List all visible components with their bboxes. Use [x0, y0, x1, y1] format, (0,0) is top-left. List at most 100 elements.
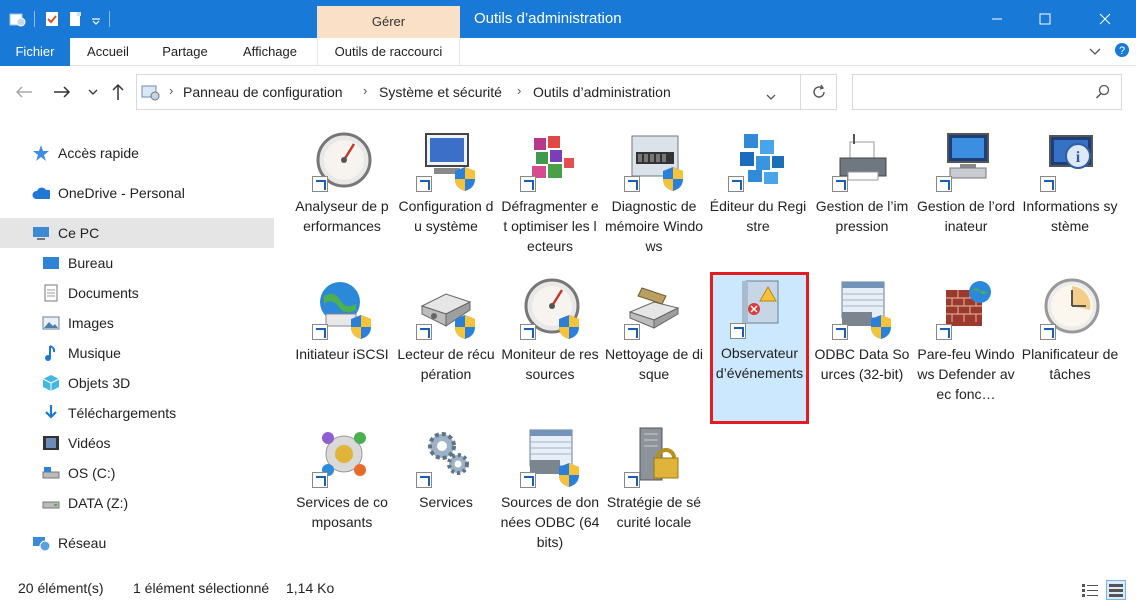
item-system-configuration[interactable]: Configuration du système: [394, 128, 498, 236]
item-memory-diagnostic[interactable]: Diagnostic de mémoire Windows: [602, 128, 706, 256]
sidebar-item-label: Réseau: [58, 535, 107, 551]
item-event-viewer[interactable]: Observateur d’événements: [710, 272, 809, 424]
search-icon[interactable]: [1095, 84, 1111, 103]
address-bar[interactable]: › Panneau de configuration › Système et …: [136, 74, 801, 110]
recent-locations-button[interactable]: [84, 80, 102, 104]
odbc-icon: [830, 276, 894, 340]
minimize-button[interactable]: [974, 0, 1020, 38]
tab-home[interactable]: Accueil: [76, 38, 140, 66]
item-defragment[interactable]: Défragmenter et optimiser les lecteurs: [498, 128, 602, 256]
maximize-button[interactable]: [1022, 0, 1068, 38]
sidebar-item-label: Musique: [68, 345, 121, 361]
sidebar-item-videos[interactable]: Vidéos: [0, 428, 274, 458]
sidebar-item-3d-objects[interactable]: Objets 3D: [0, 368, 274, 398]
checklist-icon[interactable]: [43, 10, 61, 28]
gauge-icon: [310, 128, 374, 192]
item-computer-management[interactable]: Gestion de l’ordinateur: [914, 128, 1018, 236]
properties-icon[interactable]: [8, 10, 26, 28]
recovery-drive-icon: [414, 276, 478, 340]
sidebar-item-label: Accès rapide: [58, 145, 139, 161]
sidebar-item-quick-access[interactable]: Accès rapide: [0, 138, 274, 168]
up-button[interactable]: [106, 80, 130, 104]
gears-icon: [414, 424, 478, 488]
forward-button[interactable]: [50, 80, 74, 104]
breadcrumb-control-panel[interactable]: Panneau de configuration: [183, 84, 343, 100]
item-recovery-drive[interactable]: Lecteur de récupération: [394, 276, 498, 384]
maximize-icon: [1039, 13, 1051, 25]
tab-shortcut-tools[interactable]: Outils de raccourci: [317, 38, 460, 66]
sidebar-item-label: Documents: [68, 285, 139, 301]
sidebar-item-os-drive[interactable]: OS (C:): [0, 458, 274, 488]
sidebar-item-documents[interactable]: Documents: [0, 278, 274, 308]
refresh-button[interactable]: [801, 74, 837, 110]
sidebar-item-data-drive[interactable]: DATA (Z:): [0, 488, 274, 518]
item-registry-editor[interactable]: Éditeur du Registre: [706, 128, 810, 236]
help-icon[interactable]: ?: [1114, 42, 1130, 61]
tab-view[interactable]: Affichage: [232, 38, 308, 66]
item-iscsi-initiator[interactable]: Initiateur iSCSI: [290, 276, 394, 364]
computer-icon: [32, 224, 50, 242]
defrag-icon: [518, 128, 582, 192]
sidebar-item-label: OneDrive - Personal: [58, 185, 185, 201]
large-icons-view-button[interactable]: [1106, 580, 1126, 600]
drive-icon: [42, 464, 60, 482]
clock-icon: [1038, 276, 1102, 340]
sidebar-item-music[interactable]: Musique: [0, 338, 274, 368]
item-local-security-policy[interactable]: Stratégie de sécurité locale: [602, 424, 706, 532]
svg-text:i: i: [1076, 149, 1081, 166]
system-config-icon: [414, 128, 478, 192]
drive-icon: [42, 494, 60, 512]
title-bar: Gérer Outils d’administration: [0, 0, 1136, 38]
item-disk-cleanup[interactable]: Nettoyage de disque: [602, 276, 706, 384]
breadcrumb-system-security[interactable]: Système et sécurité: [379, 84, 502, 100]
selection-count: 1 élément sélectionné: [133, 580, 270, 596]
item-task-scheduler[interactable]: Planificateur de tâches: [1018, 276, 1122, 384]
item-system-information[interactable]: i Informations système: [1018, 128, 1122, 236]
item-windows-firewall[interactable]: Pare-feu Windows Defender avec fonc…: [914, 276, 1018, 404]
tab-share[interactable]: Partage: [150, 38, 220, 66]
registry-icon: [726, 128, 790, 192]
sidebar-item-onedrive[interactable]: OneDrive - Personal: [0, 178, 274, 208]
odbc-icon: [518, 424, 582, 488]
control-panel-icon: [141, 84, 161, 105]
breadcrumb-separator[interactable]: ›: [169, 83, 173, 98]
ribbon-expand-icon[interactable]: [1088, 44, 1102, 61]
selection-size: 1,14 Ko: [286, 580, 335, 596]
sidebar-item-label: Bureau: [68, 255, 114, 271]
sidebar-item-desktop[interactable]: Bureau: [0, 248, 274, 278]
item-services[interactable]: Services: [394, 424, 498, 512]
new-folder-icon[interactable]: [67, 10, 85, 28]
chevron-down-icon[interactable]: [91, 10, 101, 28]
manage-tab[interactable]: Gérer: [317, 6, 460, 38]
item-count: 20 élément(s): [18, 580, 104, 596]
sidebar-item-downloads[interactable]: Téléchargements: [0, 398, 274, 428]
item-odbc-64[interactable]: Sources de données ODBC (64 bits): [498, 424, 602, 552]
back-button[interactable]: [12, 80, 36, 104]
item-odbc-32[interactable]: ODBC Data Sources (32-bit): [810, 276, 914, 384]
image-icon: [42, 314, 60, 332]
music-icon: [42, 344, 60, 362]
breadcrumb-separator[interactable]: ›: [517, 83, 521, 98]
item-performance-monitor[interactable]: Analyseur de performances: [290, 128, 394, 236]
file-list: Analyseur de performances Configuration …: [290, 128, 1130, 573]
sidebar-item-this-pc[interactable]: Ce PC: [0, 218, 274, 248]
breadcrumb-admin-tools[interactable]: Outils d’administration: [533, 84, 671, 100]
item-resource-monitor[interactable]: Moniteur de ressources: [498, 276, 602, 384]
memory-icon: [622, 128, 686, 192]
details-view-button[interactable]: [1080, 580, 1100, 600]
minimize-icon: [992, 18, 1002, 20]
close-icon: [1099, 13, 1111, 25]
search-input[interactable]: [859, 81, 1089, 103]
close-button[interactable]: [1082, 0, 1128, 38]
sidebar-item-label: OS (C:): [68, 465, 116, 481]
tab-file[interactable]: Fichier: [0, 38, 70, 66]
sidebar-item-label: Vidéos: [68, 435, 111, 451]
search-box[interactable]: [852, 74, 1122, 110]
item-print-management[interactable]: Gestion de l’impression: [810, 128, 914, 236]
breadcrumb-separator[interactable]: ›: [363, 83, 367, 98]
sidebar-item-network[interactable]: Réseau: [0, 528, 274, 558]
chevron-down-icon: [88, 89, 98, 95]
item-component-services[interactable]: Services de composants: [290, 424, 394, 532]
sidebar-item-pictures[interactable]: Images: [0, 308, 274, 338]
address-history-icon[interactable]: [766, 88, 776, 104]
